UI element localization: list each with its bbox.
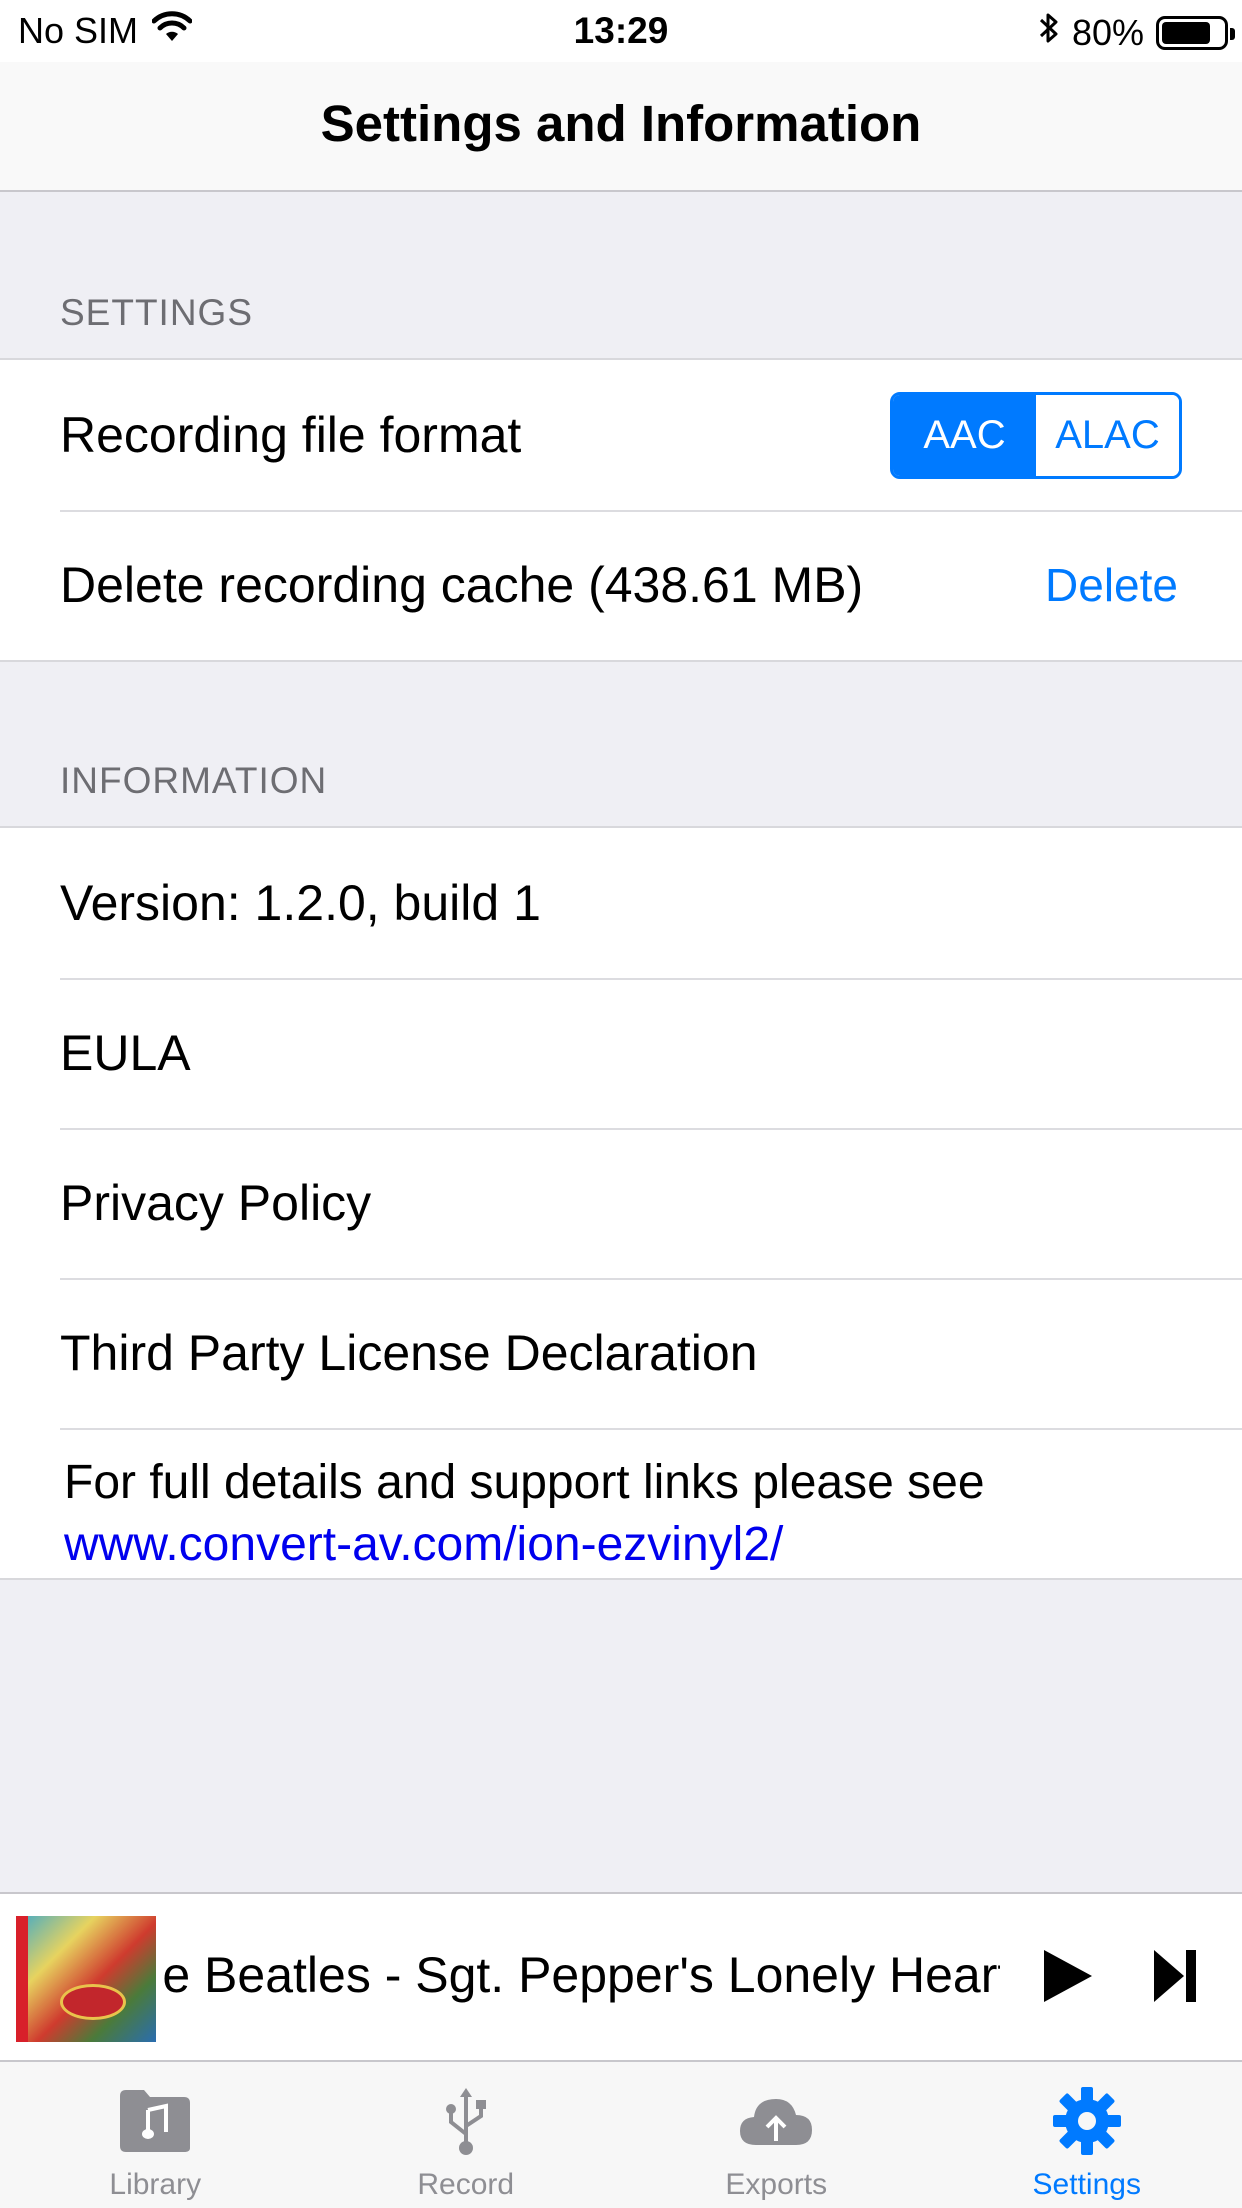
delete-cache-label: Delete recording cache (438.61 MB) [60,557,864,613]
usb-icon [441,2084,491,2158]
battery-nub [1230,27,1235,40]
battery-fill [1162,21,1210,44]
privacy-policy-label: Privacy Policy [60,1175,372,1231]
skip-forward-icon[interactable] [1150,1946,1200,2011]
tab-record[interactable]: Record [311,2062,622,2208]
delete-cache-row: Delete recording cache (438.61 MB) Delet… [0,510,1242,660]
file-format-segmented-control[interactable]: AAC ALAC [890,392,1182,479]
settings-group: Recording file format AAC ALAC Delete re… [0,358,1242,662]
file-format-label: Recording file format [60,407,522,463]
tab-library-label: Library [109,2168,202,2201]
support-info-row: For full details and support links pleas… [0,1428,1242,1578]
file-format-row: Recording file format AAC ALAC [0,360,1242,510]
track-title-container: The Beatles - Sgt. Pepper's Lonely Heart… [160,1894,1000,2062]
track-title: The Beatles - Sgt. Pepper's Lonely Heart… [160,1947,1000,2003]
status-bar: No SIM 13:29 80% [0,0,1242,62]
support-link[interactable]: www.convert-av.com/ion-ezvinyl2/ [64,1514,1180,1576]
delete-cache-button[interactable]: Delete [1045,558,1178,612]
third-party-license-label: Third Party License Declaration [60,1325,758,1381]
information-section-header: INFORMATION [60,760,328,801]
eula-row[interactable]: EULA [0,978,1242,1128]
version-row: Version: 1.2.0, build 1 [0,828,1242,978]
library-folder-icon [118,2084,192,2158]
cloud-upload-icon [736,2084,816,2158]
album-artwork[interactable] [16,1916,156,2042]
page-title: Settings and Information [320,95,922,152]
version-label: Version: 1.2.0, build 1 [60,875,541,931]
battery-percent: 80% [1071,11,1144,53]
bluetooth-icon [1038,10,1060,55]
navigation-bar: Settings and Information [0,62,1242,192]
information-group: Version: 1.2.0, build 1 EULA Privacy Pol… [0,826,1242,1580]
privacy-policy-row[interactable]: Privacy Policy [0,1128,1242,1278]
battery-icon [1156,15,1235,50]
format-option-alac[interactable]: ALAC [1036,395,1179,476]
tab-settings-label: Settings [1032,2168,1141,2201]
tab-library[interactable]: Library [0,2062,311,2208]
tab-exports-label: Exports [725,2168,828,2201]
play-icon[interactable] [1040,1946,1096,2011]
tab-settings[interactable]: Settings [932,2062,1242,2208]
tab-record-label: Record [417,2168,515,2201]
support-text: For full details and support links pleas… [64,1456,985,1509]
tab-bar: Library Record Exports Settings [0,2060,1242,2208]
gear-icon [1051,2084,1123,2158]
tab-exports[interactable]: Exports [621,2062,932,2208]
eula-label: EULA [60,1025,191,1081]
settings-section-header: SETTINGS [60,292,254,333]
third-party-license-row[interactable]: Third Party License Declaration [0,1278,1242,1428]
mini-player[interactable]: The Beatles - Sgt. Pepper's Lonely Heart… [0,1892,1242,2060]
status-right: 80% [1038,10,1235,55]
format-option-aac[interactable]: AAC [893,395,1036,476]
